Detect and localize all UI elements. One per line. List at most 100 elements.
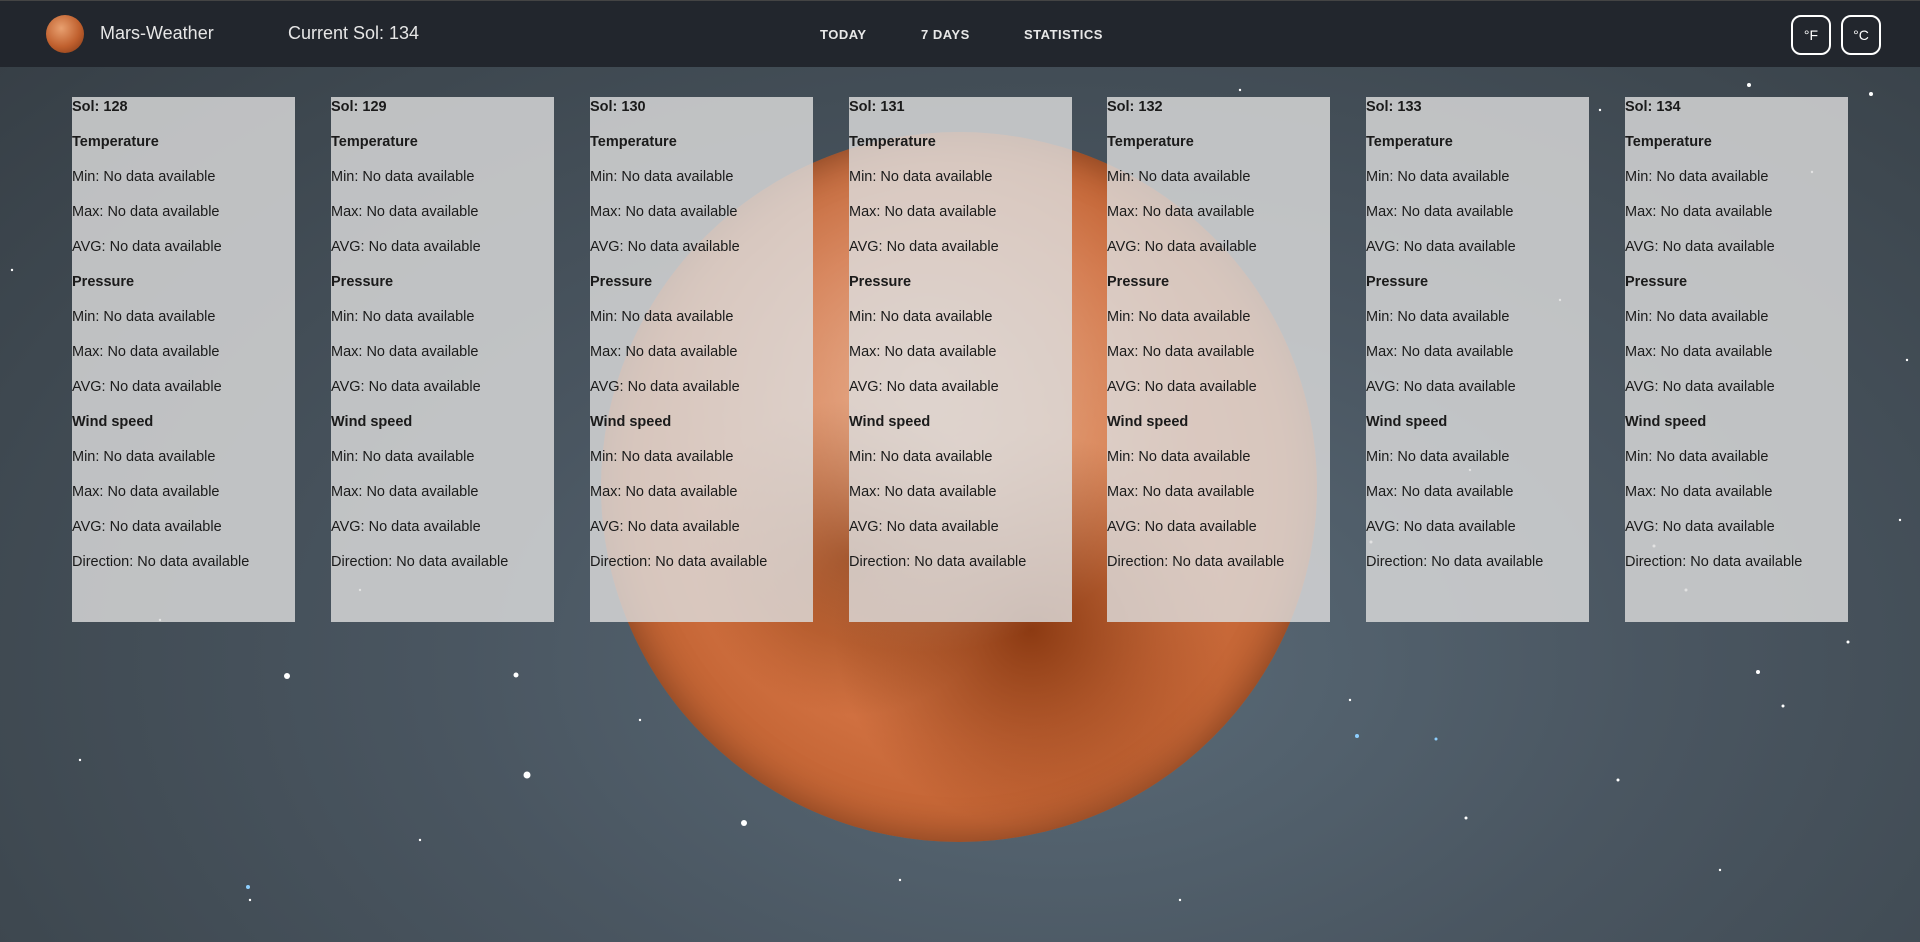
- temperature-min: Min: No data available: [1625, 169, 1769, 185]
- wind-speed-max: Max: No data available: [1107, 484, 1255, 500]
- wind-speed-max: Max: No data available: [331, 484, 479, 500]
- temperature-max: Max: No data available: [331, 204, 479, 220]
- pressure-min: Min: No data available: [331, 309, 475, 325]
- wind-speed-min: Min: No data available: [331, 449, 475, 465]
- pressure-max: Max: No data available: [72, 344, 220, 360]
- wind-direction: Direction: No data available: [331, 554, 509, 570]
- wind-speed-min: Min: No data available: [72, 449, 216, 465]
- wind-speed-heading: Wind speed: [1107, 414, 1189, 430]
- temperature-min: Min: No data available: [1107, 169, 1251, 185]
- current-sol-label: Current Sol: 134: [288, 23, 420, 43]
- temperature-heading: Temperature: [72, 134, 159, 150]
- pressure-heading: Pressure: [72, 274, 135, 290]
- temperature-max: Max: No data available: [72, 204, 220, 220]
- pressure-heading: Pressure: [1625, 274, 1688, 290]
- wind-speed-heading: Wind speed: [1366, 414, 1448, 430]
- pressure-min: Min: No data available: [1366, 309, 1510, 325]
- pressure-max: Max: No data available: [590, 344, 738, 360]
- temperature-min: Min: No data available: [849, 169, 993, 185]
- pressure-min: Min: No data available: [590, 309, 734, 325]
- wind-speed-avg: AVG: No data available: [1107, 519, 1257, 535]
- temperature-max: Max: No data available: [1625, 204, 1773, 220]
- pressure-min: Min: No data available: [1625, 309, 1769, 325]
- pressure-max: Max: No data available: [1625, 344, 1773, 360]
- sol-title: Sol: 134: [1625, 99, 1681, 115]
- pressure-avg: AVG: No data available: [1625, 379, 1775, 395]
- celsius-toggle-button[interactable]: °C: [1841, 15, 1881, 55]
- wind-direction: Direction: No data available: [72, 554, 250, 570]
- temperature-avg: AVG: No data available: [72, 239, 222, 255]
- pressure-min: Min: No data available: [72, 309, 216, 325]
- wind-direction: Direction: No data available: [590, 554, 768, 570]
- temperature-min: Min: No data available: [1366, 169, 1510, 185]
- wind-speed-max: Max: No data available: [72, 484, 220, 500]
- mars-logo-icon[interactable]: [46, 15, 84, 53]
- pressure-avg: AVG: No data available: [72, 379, 222, 395]
- wind-speed-max: Max: No data available: [1625, 484, 1773, 500]
- nav-statistics[interactable]: STATISTICS: [1024, 27, 1103, 42]
- pressure-max: Max: No data available: [331, 344, 479, 360]
- nav-today[interactable]: TODAY: [820, 27, 867, 42]
- wind-speed-avg: AVG: No data available: [849, 519, 999, 535]
- wind-speed-heading: Wind speed: [1625, 414, 1707, 430]
- sol-title: Sol: 132: [1107, 99, 1163, 115]
- wind-speed-avg: AVG: No data available: [331, 519, 481, 535]
- wind-speed-avg: AVG: No data available: [1625, 519, 1775, 535]
- wind-speed-min: Min: No data available: [1366, 449, 1510, 465]
- temperature-max: Max: No data available: [1366, 204, 1514, 220]
- pressure-max: Max: No data available: [1366, 344, 1514, 360]
- sol-title: Sol: 131: [849, 99, 905, 115]
- wind-speed-min: Min: No data available: [849, 449, 993, 465]
- nav-7-days[interactable]: 7 DAYS: [921, 27, 970, 42]
- temperature-avg: AVG: No data available: [849, 239, 999, 255]
- wind-speed-avg: AVG: No data available: [590, 519, 740, 535]
- temperature-heading: Temperature: [331, 134, 418, 150]
- wind-speed-min: Min: No data available: [1107, 449, 1251, 465]
- pressure-max: Max: No data available: [1107, 344, 1255, 360]
- wind-speed-avg: AVG: No data available: [1366, 519, 1516, 535]
- pressure-heading: Pressure: [331, 274, 394, 290]
- temperature-max: Max: No data available: [1107, 204, 1255, 220]
- temperature-max: Max: No data available: [849, 204, 997, 220]
- wind-speed-heading: Wind speed: [72, 414, 154, 430]
- wind-direction: Direction: No data available: [849, 554, 1027, 570]
- wind-speed-max: Max: No data available: [849, 484, 997, 500]
- brand-name[interactable]: Mars-Weather: [100, 23, 214, 44]
- sol-card: Sol: 134 Temperature Min: No data availabl…: [1625, 97, 1848, 622]
- wind-speed-heading: Wind speed: [849, 414, 931, 430]
- wind-speed-min: Min: No data available: [1625, 449, 1769, 465]
- pressure-avg: AVG: No data available: [1366, 379, 1516, 395]
- temperature-max: Max: No data available: [590, 204, 738, 220]
- temperature-heading: Temperature: [849, 134, 936, 150]
- temperature-avg: AVG: No data available: [1366, 239, 1516, 255]
- wind-direction: Direction: No data available: [1625, 554, 1803, 570]
- temperature-avg: AVG: No data available: [1625, 239, 1775, 255]
- wind-direction: Direction: No data available: [1107, 554, 1285, 570]
- sol-card: Sol: 131 Temperature Min: No data availabl…: [849, 97, 1072, 622]
- sol-card: Sol: 133 Temperature Min: No data availabl…: [1366, 97, 1589, 622]
- pressure-heading: Pressure: [1366, 274, 1429, 290]
- pressure-avg: AVG: No data available: [849, 379, 999, 395]
- sol-title: Sol: 133: [1366, 99, 1422, 115]
- sol-card: Sol: 129 Temperature Min: No data availabl…: [331, 97, 554, 622]
- temperature-avg: AVG: No data available: [1107, 239, 1257, 255]
- wind-speed-min: Min: No data available: [590, 449, 734, 465]
- temperature-heading: Temperature: [1107, 134, 1194, 150]
- temperature-heading: Temperature: [1366, 134, 1453, 150]
- wind-speed-avg: AVG: No data available: [72, 519, 222, 535]
- pressure-min: Min: No data available: [1107, 309, 1251, 325]
- temperature-min: Min: No data available: [590, 169, 734, 185]
- pressure-heading: Pressure: [849, 274, 912, 290]
- pressure-heading: Pressure: [590, 274, 653, 290]
- wind-speed-heading: Wind speed: [590, 414, 672, 430]
- pressure-avg: AVG: No data available: [331, 379, 481, 395]
- fahrenheit-toggle-button[interactable]: °F: [1791, 15, 1831, 55]
- pressure-max: Max: No data available: [849, 344, 997, 360]
- pressure-avg: AVG: No data available: [1107, 379, 1257, 395]
- temperature-heading: Temperature: [1625, 134, 1712, 150]
- sol-card: Sol: 128 Temperature Min: No data availabl…: [72, 97, 295, 622]
- temperature-heading: Temperature: [590, 134, 677, 150]
- sol-card: Sol: 130 Temperature Min: No data availabl…: [590, 97, 813, 622]
- wind-speed-max: Max: No data available: [590, 484, 738, 500]
- top-navbar: Mars-Weather Current Sol: 134 TODAY 7 DA…: [0, 0, 1920, 67]
